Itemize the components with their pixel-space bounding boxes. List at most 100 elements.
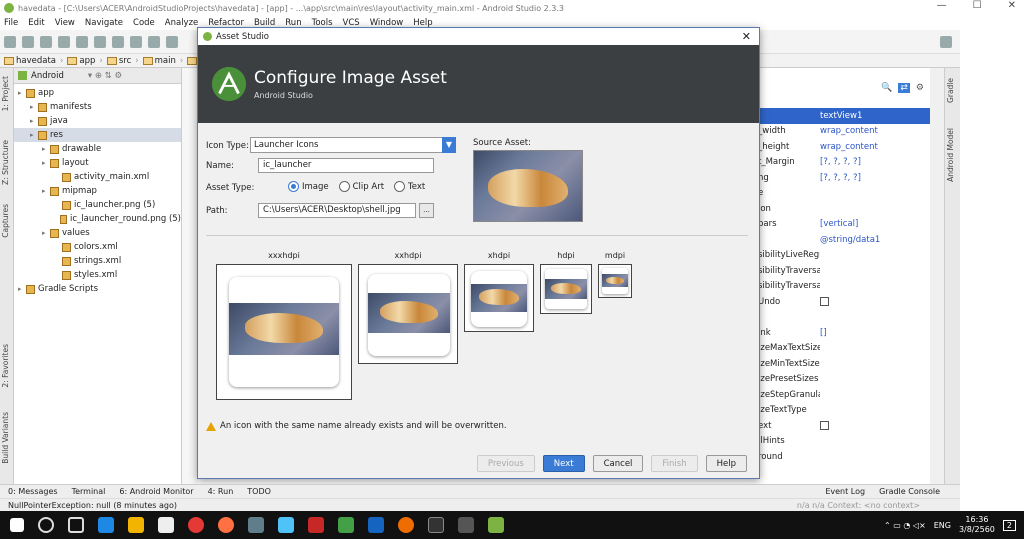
attribute-value[interactable]: [?, ?, ?, ?] [820,173,861,183]
gear-icon[interactable]: ⚙ [916,83,924,93]
attribute-row[interactable]: ext [758,418,930,434]
tool-todo[interactable]: TODO [247,487,271,496]
tree-item[interactable]: ▸ values [14,226,181,240]
save-icon[interactable] [22,35,34,48]
attribute-row[interactable]: ion [758,201,930,217]
next-button[interactable]: Next [542,455,585,472]
paste-icon[interactable] [130,35,142,48]
radio-image-dot[interactable] [288,181,299,192]
expand-icon[interactable]: ▸ [42,159,50,167]
tree-item[interactable]: ▸ mipmap [14,184,181,198]
attribute-row[interactable]: ink [] [758,325,930,341]
icon-type-select[interactable]: Launcher Icons ▼ [250,137,456,153]
app-icon[interactable] [398,517,414,533]
replace-icon[interactable] [166,35,178,48]
language-indicator[interactable]: ENG [934,521,951,530]
attribute-value[interactable]: [vertical] [820,219,858,229]
menu-navigate[interactable]: Navigate [85,18,123,28]
checkbox[interactable] [820,297,829,307]
terminal-icon[interactable] [428,517,444,533]
attribute-row[interactable] [758,310,930,326]
attribute-row[interactable]: @string/data1 [758,232,930,248]
help-button[interactable]: Help [705,455,747,472]
menu-view[interactable]: View [55,18,75,28]
tree-item[interactable]: ▸ app [14,86,181,100]
attribute-row[interactable]: izeMinTextSize [758,356,930,372]
clock[interactable]: 16:36 3/8/2560 [959,515,995,535]
tree-item[interactable]: colors.xml [14,240,181,254]
attribute-row[interactable]: izeStepGranularit [758,387,930,403]
search-icon[interactable]: 🔍 [881,83,892,93]
attribute-value[interactable]: [] [820,328,827,338]
tree-item[interactable]: ▸ Gradle Scripts [14,282,181,296]
tree-item[interactable]: activity_main.xml [14,170,181,184]
notepad-icon[interactable] [338,517,354,533]
tree-item[interactable]: ic_launcher.png (5) [14,198,181,212]
radio-clip-art-dot[interactable] [338,181,350,192]
maximize-icon[interactable]: ☐ [973,0,982,11]
close-icon[interactable]: ✕ [1008,0,1016,11]
tool-android-monitor[interactable]: 6: Android Monitor [119,487,193,496]
attribute-row[interactable]: t_Margin [?, ?, ?, ?] [758,155,930,171]
expand-icon[interactable]: ▸ [42,145,50,153]
android-studio-taskbar-icon[interactable] [488,517,504,533]
start-icon[interactable] [10,518,24,532]
attribute-value[interactable]: wrap_content [820,142,878,152]
menu-edit[interactable]: Edit [28,18,44,28]
tree-item[interactable]: ▸ drawable [14,142,181,156]
tab-favorites[interactable]: 2: Favorites [1,344,10,388]
cut-icon[interactable] [94,35,106,48]
breadcrumb-item[interactable]: havedata [4,56,56,66]
breadcrumb-item[interactable]: src [106,56,131,66]
attribute-row[interactable]: _width wrap_content [758,124,930,140]
tab-structure[interactable]: Z: Structure [1,140,10,185]
attribute-value[interactable]: textView1 [820,111,862,121]
tab-captures[interactable]: Captures [1,204,10,238]
attribute-row[interactable]: round [758,449,930,465]
tab-android-model[interactable]: Android Model [946,128,955,182]
app-icon[interactable] [278,517,294,533]
tool-event-log[interactable]: Event Log [825,487,865,496]
tree-item[interactable]: ic_launcher_round.png (5) [14,212,181,226]
breadcrumb-item[interactable]: main [142,56,176,66]
sync-icon[interactable] [40,35,52,48]
attribute-row[interactable]: e [758,186,930,202]
path-field[interactable]: C:\Users\ACER\Desktop\shell.jpg [258,203,416,218]
chrome-icon[interactable] [188,517,204,533]
breadcrumb-item[interactable]: app [67,56,95,66]
tool-terminal[interactable]: Terminal [72,487,106,496]
expand-icon[interactable]: ▸ [42,229,50,237]
search-icon[interactable] [38,517,54,533]
expand-icon[interactable]: ▸ [30,131,38,139]
menu-analyze[interactable]: Analyze [165,18,199,28]
close-icon[interactable]: ✕ [742,30,751,43]
attribute-row[interactable]: sibilityTraversalB [758,279,930,295]
attribute-row[interactable]: ng [?, ?, ?, ?] [758,170,930,186]
store-icon[interactable] [158,517,174,533]
app-icon[interactable] [458,517,474,533]
attribute-value[interactable]: [?, ?, ?, ?] [820,157,861,167]
menu-code[interactable]: Code [133,18,155,28]
attribute-row[interactable]: textView1 [758,108,930,124]
attribute-row[interactable]: bars [vertical] [758,217,930,233]
name-field[interactable]: ic_launcher [258,158,434,173]
radio-clip-art[interactable]: Clip Art [338,181,384,192]
attribute-row[interactable]: _height wrap_content [758,139,930,155]
tree-item[interactable]: ▸ layout [14,156,181,170]
file-explorer-icon[interactable] [128,517,144,533]
checkbox[interactable] [820,421,829,431]
notifications-icon[interactable]: 2 [1002,519,1016,531]
attribute-row[interactable]: izeTextType [758,403,930,419]
tool-run[interactable]: 4: Run [208,487,234,496]
expand-icon[interactable]: ▸ [18,89,26,97]
expand-icon[interactable]: ▸ [42,187,50,195]
toggle-view-icon[interactable]: ⇄ [898,83,910,93]
tab-project[interactable]: 1: Project [1,76,10,111]
tree-item[interactable]: strings.xml [14,254,181,268]
settings-icon[interactable]: ▾ ⊕ ⇅ ⚙ [88,71,122,81]
attribute-row[interactable]: sibilityTraversalA [758,263,930,279]
attribute-row[interactable]: llHints [758,434,930,450]
app-icon[interactable] [248,517,264,533]
tree-item[interactable]: ▸ res [14,128,181,142]
cancel-button[interactable]: Cancel [592,455,644,472]
